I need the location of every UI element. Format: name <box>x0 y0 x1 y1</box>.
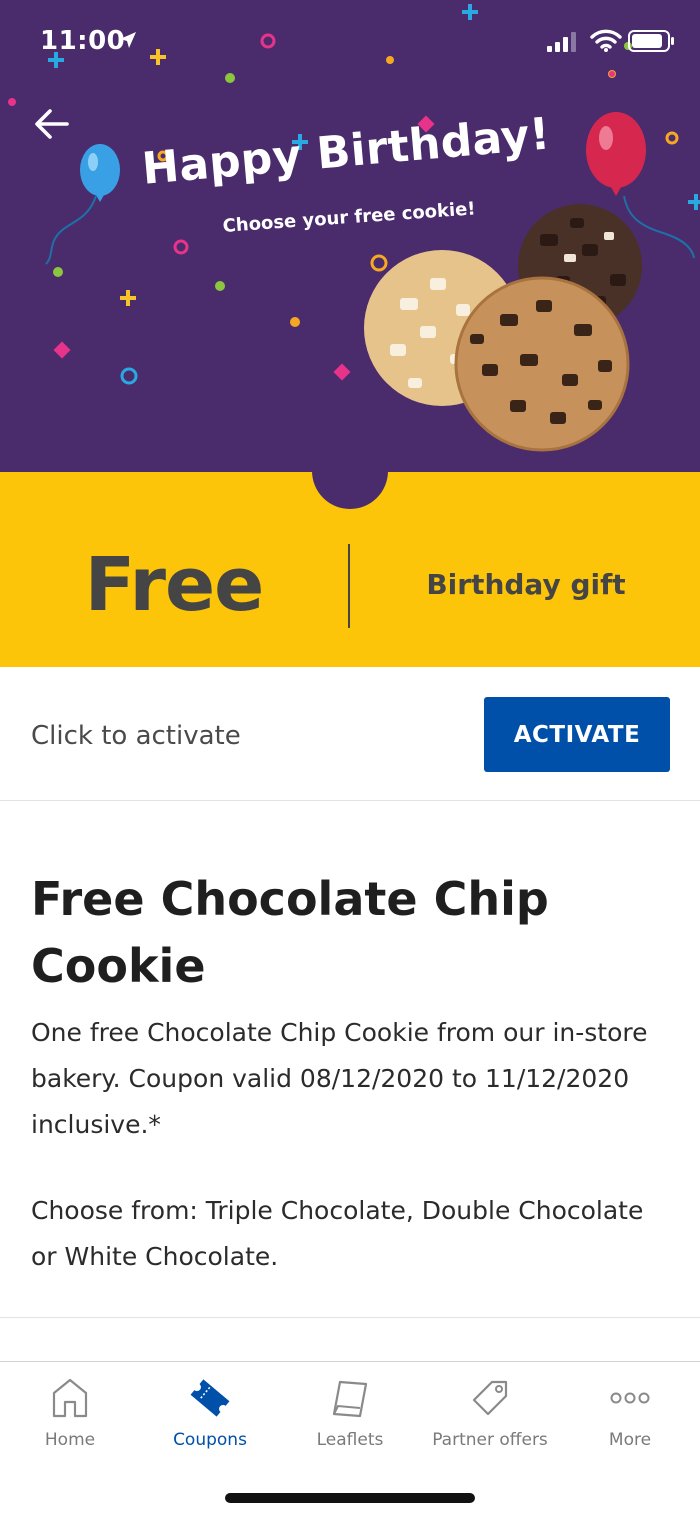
more-dots-icon <box>610 1392 650 1404</box>
offer-value: Free <box>84 542 265 628</box>
tab-label: Partner offers <box>432 1430 548 1450</box>
activate-row: Click to activate ACTIVATE <box>0 667 700 801</box>
tab-more[interactable]: More <box>560 1362 700 1462</box>
activate-hint: Click to activate <box>31 721 241 751</box>
tab-coupons[interactable]: Coupons <box>140 1362 280 1462</box>
coupon-choices: Choose from: Triple Chocolate, Double Ch… <box>31 1196 644 1271</box>
leaflet-icon <box>332 1380 368 1418</box>
offer-band: Free Birthday gift <box>0 471 700 667</box>
cookies-image <box>364 204 642 452</box>
location-arrow-icon <box>120 32 136 48</box>
coupon-description: One free Chocolate Chip Cookie from our … <box>31 1018 648 1139</box>
ticket-notch <box>312 471 388 509</box>
hero-banner: 11:00 Happy Birthday! Choose your free c… <box>0 0 700 472</box>
cellular-signal-icon <box>547 32 576 52</box>
tab-label: Home <box>44 1430 96 1450</box>
arrow-left-icon <box>35 109 69 139</box>
activate-button[interactable]: ACTIVATE <box>484 697 670 772</box>
coupon-details: Free Chocolate Chip Cookie One free Choc… <box>0 802 700 1318</box>
tab-home[interactable]: Home <box>0 1362 140 1462</box>
balloon-blue-icon <box>45 144 120 265</box>
home-indicator[interactable] <box>225 1493 475 1503</box>
ticket-icon <box>190 1379 230 1417</box>
tab-partner-offers[interactable]: Partner offers <box>420 1362 560 1462</box>
tab-label: Coupons <box>173 1430 247 1450</box>
offer-label: Birthday gift <box>426 568 626 601</box>
tab-bar: Home Coupons Leaflets Partner offers Mor… <box>0 1361 700 1518</box>
home-icon <box>52 1378 88 1418</box>
status-time: 11:00 <box>40 26 126 56</box>
status-bar: 11:00 <box>0 0 700 88</box>
tab-label: More <box>608 1430 652 1450</box>
battery-icon <box>628 30 674 52</box>
coupon-title: Free Chocolate Chip Cookie <box>31 872 549 993</box>
wifi-icon <box>590 29 622 52</box>
offer-divider <box>348 544 350 628</box>
tab-leaflets[interactable]: Leaflets <box>280 1362 420 1462</box>
tag-icon <box>472 1380 508 1416</box>
tab-label: Leaflets <box>316 1430 384 1450</box>
